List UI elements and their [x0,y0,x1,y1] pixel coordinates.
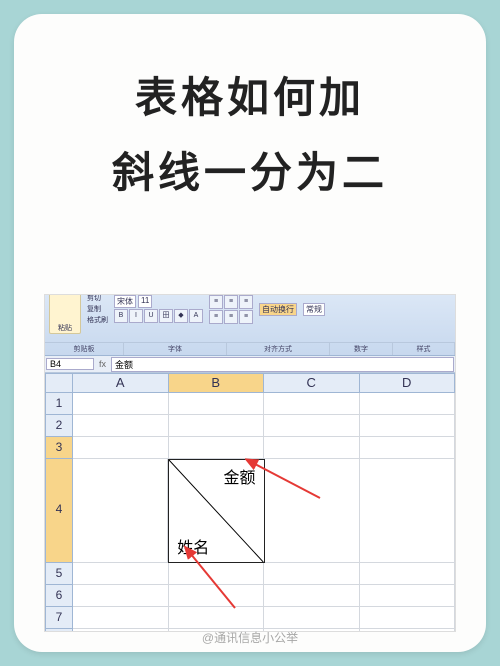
align-left[interactable]: ≡ [209,310,223,324]
row-6[interactable]: 6 [45,585,73,607]
cell[interactable] [73,563,169,585]
name-box[interactable]: B4 [46,358,94,370]
cell[interactable] [360,437,456,459]
align-mid[interactable]: ≡ [224,295,238,309]
underline-button[interactable]: U [144,309,158,323]
spreadsheet-grid: A B C D 1 2 3 4 金额 姓名 [45,373,455,631]
row-4[interactable]: 4 [45,459,73,563]
cell[interactable] [169,563,265,585]
cell[interactable] [265,459,360,563]
row-2[interactable]: 2 [45,415,73,437]
title-line-2: 斜线一分为二 [14,139,486,200]
group-style: 样式 [393,343,455,355]
paste-button[interactable]: 粘贴 [49,294,81,334]
row-7[interactable]: 7 [45,607,73,629]
ribbon: 粘贴 剪切 复制 格式刷 宋体 11 B I U 田 [45,295,455,356]
cell[interactable] [360,607,456,629]
watermark: @通讯信息小公举 [14,629,486,646]
cell[interactable] [360,563,456,585]
content-card: 表格如何加 斜线一分为二 粘贴 剪切 复制 格式刷 宋体 11 [14,14,486,652]
bold-button[interactable]: B [114,309,128,323]
cell[interactable] [264,563,360,585]
select-all-corner[interactable] [45,373,73,393]
cell[interactable] [73,415,169,437]
group-align: 对齐方式 [227,343,330,355]
align-top[interactable]: ≡ [209,295,223,309]
cell[interactable] [73,607,169,629]
col-D[interactable]: D [360,373,456,393]
cell[interactable] [169,393,265,415]
cell[interactable] [169,437,265,459]
align-bot[interactable]: ≡ [239,295,253,309]
cell[interactable] [169,585,265,607]
diag-top-label: 金额 [223,464,255,488]
excel-screenshot: 粘贴 剪切 复制 格式刷 宋体 11 B I U 田 [44,294,456,632]
title-area: 表格如何加 斜线一分为二 [14,14,486,200]
cell[interactable] [264,393,360,415]
fill-button[interactable]: ◆ [174,309,188,323]
diag-bottom-label: 姓名 [177,534,209,558]
border-button[interactable]: 田 [159,309,173,323]
font-name-select[interactable]: 宋体 [114,295,136,308]
cell[interactable] [360,459,455,563]
group-font: 字体 [124,343,227,355]
cell[interactable] [264,585,360,607]
row-1[interactable]: 1 [45,393,73,415]
formula-bar: B4 fx 金额 [45,356,455,373]
title-line-1: 表格如何加 [14,64,486,125]
cell[interactable] [169,607,265,629]
group-clipboard: 剪贴板 [45,343,124,355]
align-right[interactable]: ≡ [239,310,253,324]
clip-format[interactable]: 格式刷 [87,315,108,325]
cell[interactable] [360,585,456,607]
clipboard-mini: 剪切 复制 格式刷 [87,294,108,325]
cell[interactable] [73,393,169,415]
fx-icon: fx [95,359,110,369]
row-3[interactable]: 3 [45,437,73,459]
group-number: 数字 [330,343,393,355]
cell[interactable] [264,437,360,459]
paste-label: 粘贴 [50,323,80,333]
clip-copy[interactable]: 复制 [87,304,108,314]
col-B[interactable]: B [169,373,265,393]
cell[interactable] [360,393,456,415]
cell[interactable] [264,607,360,629]
wrap-text-button[interactable]: 自动换行 [259,303,297,316]
align-center[interactable]: ≡ [224,310,238,324]
italic-button[interactable]: I [129,309,143,323]
diagonal-split-cell[interactable]: 金额 姓名 [168,459,264,563]
font-color-button[interactable]: A [189,309,203,323]
cell[interactable] [169,415,265,437]
cell[interactable] [73,459,168,563]
row-5[interactable]: 5 [45,563,73,585]
formula-input[interactable]: 金额 [111,357,454,372]
col-A[interactable]: A [73,373,169,393]
column-headers: A B C D [45,373,455,393]
rows-container: 1 2 3 4 金额 姓名 5 6 [45,393,455,632]
font-size-select[interactable]: 11 [138,295,152,308]
cell[interactable] [360,415,456,437]
col-C[interactable]: C [264,373,360,393]
number-format-select[interactable]: 常规 [303,303,325,316]
cell[interactable] [264,415,360,437]
clip-cut[interactable]: 剪切 [87,294,108,303]
cell[interactable] [73,585,169,607]
cell[interactable] [73,437,169,459]
